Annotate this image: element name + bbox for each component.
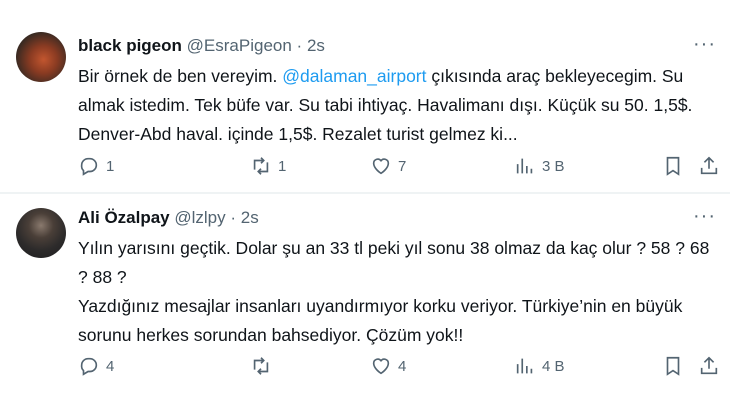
separator: ·: [296, 36, 303, 55]
retweet-icon: [253, 357, 269, 375]
mention-link[interactable]: @dalaman_airport: [282, 66, 426, 86]
share-icon: [700, 156, 718, 175]
reply-button[interactable]: 4: [78, 354, 114, 378]
tweet[interactable]: black pigeon @EsraPigeon · 2s ··· Bir ör…: [0, 0, 730, 194]
share-button[interactable]: [698, 154, 720, 178]
reply-count: 1: [106, 157, 115, 175]
retweet-button[interactable]: 1: [250, 154, 286, 178]
bookmark-button[interactable]: [662, 354, 684, 378]
timestamp[interactable]: 2s: [307, 36, 325, 55]
tweet-text: Bir örnek de ben vereyim. @dalaman_airpo…: [78, 62, 718, 149]
views-button[interactable]: 4 B: [514, 354, 565, 378]
views-button[interactable]: 3 B: [514, 154, 565, 178]
bookmark-icon: [666, 356, 680, 376]
share-button[interactable]: [698, 354, 720, 378]
retweet-icon: [253, 157, 269, 175]
action-bar: 1 1 7 3 B: [78, 154, 718, 178]
author-handle[interactable]: @EsraPigeon: [187, 36, 292, 55]
heart-icon: [372, 158, 390, 175]
view-count: 3 B: [542, 157, 565, 175]
author-handle[interactable]: @lzlpy: [174, 208, 225, 227]
author-name[interactable]: Ali Özalpay: [78, 208, 170, 227]
like-count: 4: [398, 357, 407, 375]
more-icon[interactable]: ···: [693, 206, 716, 226]
reply-icon: [80, 157, 98, 176]
retweet-button[interactable]: [250, 354, 278, 378]
tweet-text-part: Bir örnek de ben vereyim.: [78, 66, 283, 86]
reply-button[interactable]: 1: [78, 154, 114, 178]
views-icon: [516, 358, 533, 374]
author-name[interactable]: black pigeon: [78, 36, 182, 55]
reply-count: 4: [106, 357, 115, 375]
timestamp[interactable]: 2s: [241, 208, 259, 227]
tweet-header: Ali Özalpay @lzlpy · 2s: [78, 208, 259, 228]
heart-icon: [372, 358, 390, 375]
bookmark-button[interactable]: [662, 154, 684, 178]
reply-icon: [80, 357, 98, 376]
action-bar: 4 4 4 B: [78, 354, 718, 378]
bookmark-icon: [666, 156, 680, 176]
like-count: 7: [398, 157, 407, 175]
share-icon: [700, 356, 718, 375]
avatar[interactable]: [16, 208, 66, 258]
tweet-text-line: Yılın yarısını geçtik. Dolar şu an 33 tl…: [78, 238, 710, 287]
tweet[interactable]: Ali Özalpay @lzlpy · 2s ··· Yılın yarısı…: [0, 194, 730, 420]
tweet-header: black pigeon @EsraPigeon · 2s: [78, 36, 325, 56]
tweet-text: Yılın yarısını geçtik. Dolar şu an 33 tl…: [78, 234, 718, 350]
views-icon: [516, 158, 533, 174]
avatar[interactable]: [16, 32, 66, 82]
like-button[interactable]: 4: [370, 354, 406, 378]
retweet-count: 1: [278, 157, 287, 175]
view-count: 4 B: [542, 357, 565, 375]
like-button[interactable]: 7: [370, 154, 406, 178]
separator: ·: [230, 208, 237, 227]
tweet-text-line: Yazdığınız mesajlar insanları uyandırmıy…: [78, 296, 683, 345]
more-icon[interactable]: ···: [693, 34, 716, 54]
